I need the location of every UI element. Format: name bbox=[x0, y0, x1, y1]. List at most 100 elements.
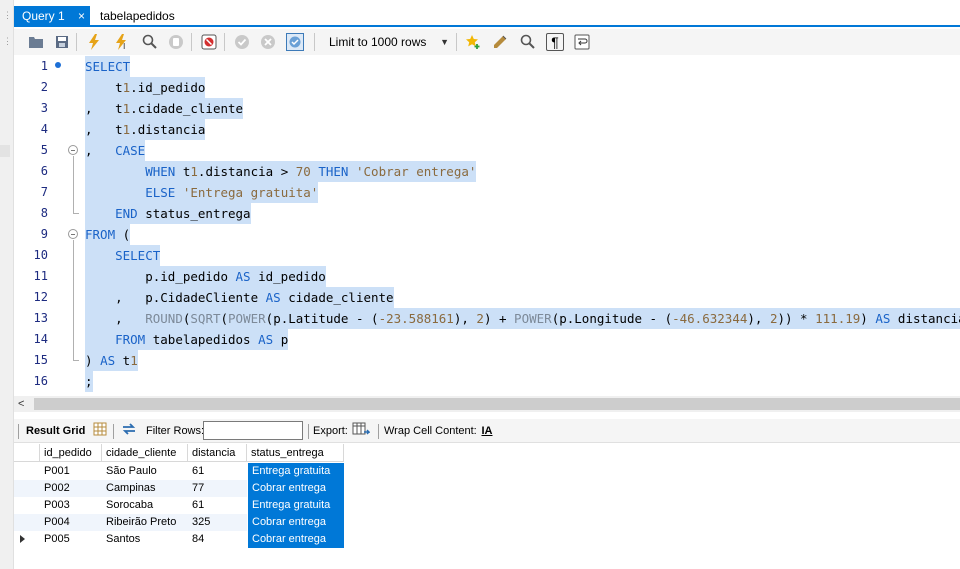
editor-line[interactable]: 10 SELECT bbox=[14, 245, 960, 266]
editor-line[interactable]: 16; bbox=[14, 371, 960, 392]
column-header[interactable]: distancia bbox=[188, 444, 247, 462]
open-folder-icon[interactable] bbox=[27, 33, 45, 51]
editor-line[interactable]: 6 WHEN t1.distancia > 70 THEN 'Cobrar en… bbox=[14, 161, 960, 182]
sql-code-text: , t1.distancia bbox=[85, 119, 206, 140]
tab-tabelapedidos[interactable]: tabelapedidos bbox=[92, 6, 183, 27]
editor-horizontal-scrollbar[interactable]: < bbox=[14, 396, 960, 412]
filter-rows-label: Filter Rows: bbox=[146, 425, 205, 437]
table-cell[interactable]: Entrega gratuita bbox=[247, 497, 344, 514]
current-line-marker-icon bbox=[55, 62, 61, 68]
table-cell[interactable]: 84 bbox=[188, 531, 247, 548]
editor-line[interactable]: 1 SELECT bbox=[14, 56, 960, 77]
table-cell[interactable]: P004 bbox=[40, 514, 102, 531]
table-cell[interactable]: Cobrar entrega bbox=[247, 531, 344, 548]
line-number: 13 bbox=[33, 311, 48, 325]
editor-line[interactable]: 3 , t1.cidade_cliente bbox=[14, 98, 960, 119]
table-cell[interactable]: P003 bbox=[40, 497, 102, 514]
editor-line[interactable]: 5 , CASE bbox=[14, 140, 960, 161]
editor-line[interactable]: 11 p.id_pedido AS id_pedido bbox=[14, 266, 960, 287]
filter-rows-input[interactable] bbox=[203, 421, 303, 440]
editor-line[interactable]: 13 , ROUND(SQRT(POWER(p.Latitude - (-23.… bbox=[14, 308, 960, 329]
line-number: 4 bbox=[40, 122, 48, 136]
export-icon[interactable] bbox=[352, 422, 371, 440]
refresh-icon[interactable] bbox=[120, 422, 138, 440]
editor-line[interactable]: 7 ELSE 'Entrega gratuita' bbox=[14, 182, 960, 203]
table-row[interactable]: P001 São Paulo 61 Entrega gratuita bbox=[14, 463, 344, 480]
wrap-icon[interactable] bbox=[573, 33, 591, 51]
bookmark-icon[interactable] bbox=[464, 33, 482, 51]
wrap-cell-icon[interactable]: IA bbox=[478, 422, 496, 440]
sql-code-text: ELSE 'Entrega gratuita' bbox=[85, 182, 319, 203]
line-number: 6 bbox=[40, 164, 48, 178]
fold-toggle-icon[interactable] bbox=[68, 229, 78, 239]
table-cell[interactable]: Sorocaba bbox=[102, 497, 188, 514]
table-cell[interactable]: 61 bbox=[188, 497, 247, 514]
editor-line[interactable]: 14 FROM tabelapedidos AS p bbox=[14, 329, 960, 350]
table-cell[interactable]: P002 bbox=[40, 480, 102, 497]
close-icon[interactable]: × bbox=[78, 6, 85, 26]
scrollbar-thumb[interactable] bbox=[34, 398, 960, 410]
fold-guide bbox=[73, 240, 74, 360]
sql-code-text: ) AS t1 bbox=[85, 350, 138, 371]
left-panel-edge: ⋮ ⋮ bbox=[0, 0, 14, 569]
line-number: 16 bbox=[33, 374, 48, 388]
table-row[interactable]: P002 Campinas 77 Cobrar entrega bbox=[14, 480, 344, 497]
limit-rows-label: Limit to 1000 rows bbox=[329, 35, 427, 49]
table-row[interactable]: P005 Santos 84 Cobrar entrega bbox=[14, 531, 344, 548]
sql-editor[interactable]: 1 SELECT 2 t1.id_pedido 3, t1.cidade_client… bbox=[14, 56, 960, 393]
explain-icon[interactable] bbox=[141, 33, 159, 51]
execute-icon[interactable] bbox=[85, 33, 103, 51]
table-cell[interactable]: P001 bbox=[40, 463, 102, 480]
tab-query-1[interactable]: Query 1 × bbox=[14, 6, 90, 27]
autocommit-icon[interactable] bbox=[286, 33, 304, 51]
stop-icon[interactable] bbox=[167, 33, 185, 51]
export-label: Export: bbox=[313, 425, 348, 437]
table-row[interactable]: P004 Ribeirão Preto 325 Cobrar entrega bbox=[14, 514, 344, 531]
sql-code-text: , CASE bbox=[85, 140, 146, 161]
line-number: 8 bbox=[40, 206, 48, 220]
save-icon[interactable] bbox=[53, 33, 71, 51]
execute-current-icon[interactable]: I bbox=[113, 33, 131, 51]
beautify-icon[interactable] bbox=[492, 33, 510, 51]
find-icon[interactable] bbox=[519, 33, 537, 51]
grid-corner bbox=[14, 444, 40, 462]
scroll-left-icon[interactable]: < bbox=[18, 396, 24, 412]
table-cell[interactable]: Santos bbox=[102, 531, 188, 548]
table-cell[interactable]: Cobrar entrega bbox=[247, 514, 344, 531]
drag-handle-icon[interactable]: ⋮ bbox=[3, 11, 12, 20]
table-row[interactable]: P003 Sorocaba 61 Entrega gratuita bbox=[14, 497, 344, 514]
table-cell[interactable]: 61 bbox=[188, 463, 247, 480]
svg-text:I: I bbox=[123, 42, 125, 50]
table-cell[interactable]: Entrega gratuita bbox=[247, 463, 344, 480]
table-cell[interactable]: São Paulo bbox=[102, 463, 188, 480]
fold-toggle-icon[interactable] bbox=[68, 145, 78, 155]
toolbar-separator bbox=[191, 33, 192, 51]
table-cell[interactable]: P005 bbox=[40, 531, 102, 548]
column-header[interactable]: status_entrega bbox=[247, 444, 344, 462]
column-header[interactable]: id_pedido bbox=[40, 444, 102, 462]
editor-line[interactable]: 8 END status_entrega bbox=[14, 203, 960, 224]
grid-view-icon[interactable] bbox=[91, 422, 109, 440]
invisible-chars-icon[interactable]: ¶ bbox=[546, 33, 564, 51]
rollback-icon[interactable] bbox=[259, 33, 277, 51]
column-header[interactable]: cidade_cliente bbox=[102, 444, 188, 462]
editor-line[interactable]: 12 , p.CidadeCliente AS cidade_cliente bbox=[14, 287, 960, 308]
toggle-error-icon[interactable] bbox=[200, 33, 218, 51]
sql-code-text: p.id_pedido AS id_pedido bbox=[85, 266, 326, 287]
editor-line[interactable]: 9 FROM ( bbox=[14, 224, 960, 245]
commit-icon[interactable] bbox=[233, 33, 251, 51]
editor-line[interactable]: 15) AS t1 bbox=[14, 350, 960, 371]
editor-line[interactable]: 2 t1.id_pedido bbox=[14, 77, 960, 98]
line-number: 3 bbox=[40, 101, 48, 115]
editor-line[interactable]: 4 , t1.distancia bbox=[14, 119, 960, 140]
limit-rows-select[interactable]: Limit to 1000 rows ▼ bbox=[323, 32, 453, 52]
table-cell[interactable]: 325 bbox=[188, 514, 247, 531]
toolbar-separator bbox=[378, 424, 379, 439]
table-cell[interactable]: Campinas bbox=[102, 480, 188, 497]
table-cell[interactable]: Cobrar entrega bbox=[247, 480, 344, 497]
table-cell[interactable]: Ribeirão Preto bbox=[102, 514, 188, 531]
current-row-indicator-icon bbox=[20, 535, 25, 543]
result-grid-label[interactable]: Result Grid bbox=[26, 419, 85, 443]
drag-handle-icon[interactable]: ⋮ bbox=[3, 37, 12, 46]
table-cell[interactable]: 77 bbox=[188, 480, 247, 497]
